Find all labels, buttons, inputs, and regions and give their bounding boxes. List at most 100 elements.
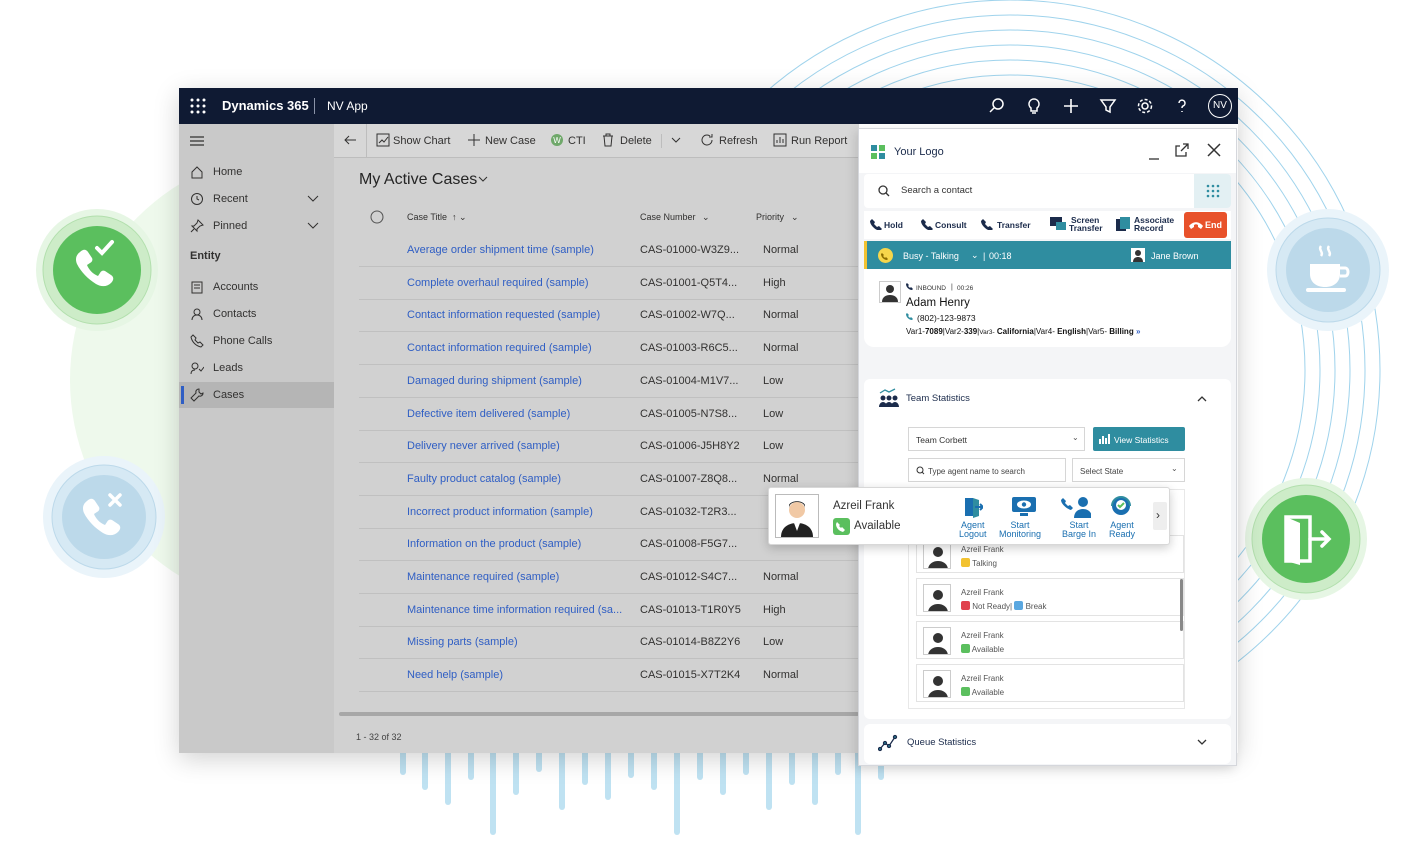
case-title-link[interactable]: Maintenance required (sample) (407, 571, 627, 583)
sidebar-item-home[interactable]: Home (179, 159, 334, 185)
table-row[interactable]: Damaged during shipment (sample) CAS-0100… (359, 365, 859, 398)
user-avatar[interactable]: NV (1208, 94, 1232, 118)
queue-stats-title[interactable]: Queue Statistics (907, 737, 976, 748)
chevron-down-icon[interactable] (1197, 739, 1207, 746)
start-barge-in-button[interactable]: Start Barge In (1057, 496, 1099, 544)
caller-phone[interactable]: (802)-123-9873 (917, 313, 976, 323)
back-arrow-icon[interactable] (343, 133, 357, 147)
app-launcher-icon[interactable] (189, 97, 207, 115)
lightbulb-icon[interactable] (1024, 96, 1044, 116)
minimize-icon[interactable] (1147, 147, 1161, 161)
end-call-button[interactable]: End (1184, 212, 1227, 238)
table-row[interactable]: Maintenance required (sample) CAS-01012-S… (359, 561, 859, 594)
case-title-link[interactable]: Information on the product (sample) (407, 538, 627, 550)
agent-search-input[interactable]: Type agent name to search (908, 458, 1066, 482)
app-name[interactable]: Dynamics 365 (222, 98, 309, 113)
case-number: CAS-01004-M1V7... (640, 374, 739, 387)
consult-button[interactable]: Consult (919, 211, 971, 239)
sidebar-item-accounts[interactable]: Accounts (179, 274, 334, 300)
popout-icon[interactable] (1175, 143, 1189, 157)
new-case-button[interactable]: New Case (485, 135, 536, 147)
app-subtitle[interactable]: NV App (327, 99, 368, 113)
team-select[interactable]: Team Corbett ⌄ (908, 427, 1085, 451)
sidebar-item-contacts[interactable]: Contacts (179, 301, 334, 327)
more-actions-button[interactable]: › (1153, 502, 1167, 530)
filter-icon[interactable] (1098, 96, 1118, 116)
refresh-button[interactable]: Refresh (719, 135, 758, 147)
dialpad-button[interactable] (1194, 174, 1231, 208)
horizontal-scrollbar[interactable] (339, 712, 859, 716)
view-statistics-button[interactable]: View Statistics (1093, 427, 1185, 451)
table-row[interactable]: Delivery never arrived (sample) CAS-01006… (359, 430, 859, 464)
table-row[interactable]: Need help (sample) CAS-01015-X7T2K4 Normal (359, 659, 859, 693)
chevron-down-icon[interactable]: ⌄ (702, 212, 710, 223)
plus-icon[interactable] (1061, 96, 1081, 116)
cti-button[interactable]: CTI (568, 135, 586, 147)
help-icon[interactable] (1172, 96, 1192, 116)
sidebar-item-pinned[interactable]: Pinned (179, 213, 334, 239)
case-title-link[interactable]: Contact information requested (sample) (407, 309, 627, 321)
transfer-button[interactable]: Transfer (979, 211, 1037, 239)
delete-button[interactable]: Delete (620, 135, 652, 147)
case-title-link[interactable]: Average order shipment time (sample) (407, 244, 627, 256)
case-title-link[interactable]: Faulty product catalog (sample) (407, 473, 627, 485)
table-row[interactable]: Maintenance time information required (s… (359, 594, 859, 627)
chevron-up-icon[interactable] (1197, 395, 1207, 402)
chevron-down-icon[interactable] (307, 219, 319, 231)
sidebar-item-cases[interactable]: Cases (179, 382, 334, 408)
chevron-down-icon[interactable]: ⌄ (971, 250, 979, 261)
column-header-title[interactable]: Case Title (407, 212, 447, 222)
contact-search[interactable]: Search a contact (864, 174, 1231, 208)
state-select[interactable]: Select State ⌄ (1072, 458, 1185, 482)
chevron-down-icon[interactable] (478, 176, 488, 184)
table-row[interactable]: Defective item delivered (sample) CAS-010… (359, 398, 859, 431)
table-row[interactable]: Contact information requested (sample) CA… (359, 299, 859, 333)
run-report-button[interactable]: Run Report (791, 135, 847, 147)
hold-button[interactable]: Hold (868, 211, 912, 239)
sidebar-item-leads[interactable]: Leads (179, 355, 334, 381)
chevron-down-icon[interactable]: ⌄ (791, 212, 799, 223)
search-icon[interactable] (987, 96, 1007, 116)
column-header-priority[interactable]: Priority (756, 212, 784, 222)
table-row[interactable]: Missing parts (sample) CAS-01014-B8Z2Y6 Lo… (359, 626, 859, 660)
sidebar-item-recent[interactable]: Recent (179, 186, 334, 212)
agent-logout-button[interactable]: Agent Logout (955, 496, 989, 544)
case-title-link[interactable]: Contact information required (sample) (407, 342, 627, 354)
search-placeholder[interactable]: Search a contact (901, 185, 972, 196)
team-member-card[interactable]: Azreil Frank Not Ready| Break (916, 578, 1184, 616)
case-title-link[interactable]: Damaged during shipment (sample) (407, 375, 627, 387)
view-title[interactable]: My Active Cases (359, 171, 477, 189)
case-title-link[interactable]: Missing parts (sample) (407, 636, 627, 648)
chevron-down-icon[interactable] (669, 133, 683, 147)
table-row[interactable]: Average order shipment time (sample) CAS-… (359, 234, 859, 267)
case-title-link[interactable]: Incorrect product information (sample) (407, 506, 627, 518)
case-title-link[interactable]: Delivery never arrived (sample) (407, 440, 627, 452)
hamburger-icon[interactable] (190, 135, 204, 147)
team-member-card[interactable]: Azreil Frank Available (916, 621, 1184, 659)
column-header-number[interactable]: Case Number (640, 212, 696, 222)
gear-icon[interactable] (1135, 96, 1155, 116)
team-stats-title[interactable]: Team Statistics (906, 393, 970, 404)
table-row[interactable]: Contact information required (sample) CAS… (359, 332, 859, 366)
select-all-checkbox[interactable] (370, 210, 384, 224)
agent-ready-button[interactable]: Agent Ready (1105, 496, 1139, 544)
case-title-link[interactable]: Complete overhaul required (sample) (407, 277, 627, 289)
more-vars-icon[interactable]: » (1136, 327, 1140, 336)
associate-record-button[interactable]: Associate Record (1114, 211, 1180, 239)
case-title-link[interactable]: Maintenance time information required (s… (407, 604, 627, 616)
table-row[interactable]: Complete overhaul required (sample) CAS-0… (359, 267, 859, 300)
case-title-link[interactable]: Need help (sample) (407, 669, 627, 681)
start-monitoring-button[interactable]: Start Monitoring (998, 496, 1050, 544)
member-status-extra: Break (1025, 602, 1047, 611)
chevron-down-icon[interactable] (307, 192, 319, 204)
case-title-link[interactable]: Defective item delivered (sample) (407, 408, 627, 420)
status-state[interactable]: Busy - Talking (903, 251, 959, 261)
close-icon[interactable] (1207, 143, 1221, 157)
list-scrollbar[interactable] (1180, 579, 1183, 631)
team-member-card[interactable]: Azreil Frank Available (916, 664, 1184, 702)
sort-up-icon[interactable]: ↑ ⌄ (452, 212, 467, 223)
caller-name[interactable]: Adam Henry (906, 297, 970, 309)
sidebar-item-phone-calls[interactable]: Phone Calls (179, 328, 334, 354)
show-chart-button[interactable]: Show Chart (393, 135, 450, 147)
screen-transfer-button[interactable]: Screen Transfer (1046, 211, 1108, 239)
